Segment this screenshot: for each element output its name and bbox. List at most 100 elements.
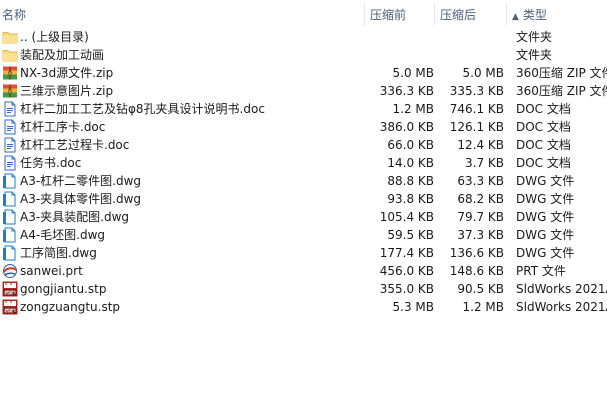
file-type: PRT 文件 <box>516 264 566 278</box>
file-name: zongzuangtu.stp <box>20 300 121 314</box>
file-size-before: 177.4 KB <box>379 246 434 260</box>
file-type: DOC 文档 <box>516 120 571 134</box>
column-header-type-label: 类型 <box>522 8 547 22</box>
file-name: A4-毛坯图.dwg <box>20 228 106 242</box>
file-size-before: 93.8 KB <box>387 192 434 206</box>
column-header-compressed-after[interactable]: 压缩后 <box>440 7 476 23</box>
file-size-before: 66.0 KB <box>387 138 434 152</box>
file-name: 三维示意图片.zip <box>20 84 114 98</box>
file-type: 文件夹 <box>516 48 553 62</box>
column-divider[interactable] <box>434 4 435 26</box>
file-type: SldWorks 2021A <box>516 300 607 314</box>
file-name: .. (上级目录) <box>20 30 89 44</box>
file-row[interactable]: zongzuangtu.stp 5.3 MB 1.2 MB SldWorks 2021… <box>0 298 607 316</box>
file-row[interactable]: 装配及加工动画 文件夹 <box>0 46 607 64</box>
file-row[interactable]: 工序简图.dwg 177.4 KB 136.6 KB DWG 文件 <box>0 244 607 262</box>
zip-archive-icon <box>2 65 18 81</box>
file-row[interactable]: sanwei.prt 456.0 KB 148.6 KB PRT 文件 <box>0 262 607 280</box>
file-size-after: 37.3 KB <box>457 228 504 242</box>
file-type: DWG 文件 <box>516 228 575 242</box>
file-size-before: 105.4 KB <box>379 210 434 224</box>
file-size-after: 63.3 KB <box>457 174 504 188</box>
file-size-before: 5.3 MB <box>392 300 434 314</box>
file-row[interactable]: A4-毛坯图.dwg 59.5 KB 37.3 KB DWG 文件 <box>0 226 607 244</box>
file-name: A3-夹具装配图.dwg <box>20 210 130 224</box>
file-size-after: 5.0 MB <box>462 66 504 80</box>
file-size-after: 1.2 MB <box>462 300 504 314</box>
dwg-file-icon <box>2 227 18 243</box>
file-size-after: 90.5 KB <box>457 282 504 296</box>
file-size-before: 456.0 KB <box>379 264 434 278</box>
file-row[interactable]: .. (上级目录) 文件夹 <box>0 28 607 46</box>
file-row[interactable]: 任务书.doc 14.0 KB 3.7 KB DOC 文档 <box>0 154 607 172</box>
file-name: 杠杆二加工工艺及钻φ8孔夹具设计说明书.doc <box>20 102 265 116</box>
column-divider[interactable] <box>506 4 507 26</box>
sort-ascending-icon: ▲ <box>512 12 519 22</box>
dwg-file-icon <box>2 173 18 189</box>
column-header-compressed-before[interactable]: 压缩前 <box>370 7 406 23</box>
file-type: DWG 文件 <box>516 246 575 260</box>
file-type: 文件夹 <box>516 30 553 44</box>
folder-icon <box>2 47 18 63</box>
file-name: gongjiantu.stp <box>20 282 107 296</box>
column-divider[interactable] <box>364 4 365 26</box>
file-name: sanwei.prt <box>20 264 83 278</box>
column-header-name[interactable]: 名称 <box>2 7 26 23</box>
file-size-after: 136.6 KB <box>449 246 504 260</box>
file-size-before: 355.0 KB <box>379 282 434 296</box>
file-row[interactable]: 杠杆工艺过程卡.doc 66.0 KB 12.4 KB DOC 文档 <box>0 136 607 154</box>
file-size-before: 88.8 KB <box>387 174 434 188</box>
file-type: 360压缩 ZIP 文件 <box>516 66 607 80</box>
file-type: DOC 文档 <box>516 138 571 152</box>
file-name: 杠杆工序卡.doc <box>20 120 106 134</box>
file-type: SldWorks 2021A <box>516 282 607 296</box>
file-row[interactable]: 三维示意图片.zip 336.3 KB 335.3 KB 360压缩 ZIP 文件 <box>0 82 607 100</box>
file-row[interactable]: A3-夹具装配图.dwg 105.4 KB 79.7 KB DWG 文件 <box>0 208 607 226</box>
file-name: NX-3d源文件.zip <box>20 66 114 80</box>
file-size-after: 3.7 KB <box>465 156 504 170</box>
dwg-file-icon <box>2 191 18 207</box>
file-size-before: 336.3 KB <box>379 84 434 98</box>
file-size-after: 148.6 KB <box>449 264 504 278</box>
file-type: DOC 文档 <box>516 102 571 116</box>
column-header-type[interactable]: ▲ 类型 <box>512 7 547 23</box>
file-size-after: 126.1 KB <box>449 120 504 134</box>
doc-file-icon <box>2 155 18 171</box>
file-row[interactable]: 杠杆二加工工艺及钻φ8孔夹具设计说明书.doc 1.2 MB 746.1 KB DOC… <box>0 100 607 118</box>
file-name: 工序简图.dwg <box>20 246 97 260</box>
folder-icon <box>2 29 18 45</box>
dwg-file-icon <box>2 245 18 261</box>
solidworks-stp-icon <box>2 299 18 315</box>
solidworks-stp-icon <box>2 281 18 297</box>
file-size-after: 335.3 KB <box>449 84 504 98</box>
file-size-after: 746.1 KB <box>449 102 504 116</box>
file-size-before: 59.5 KB <box>387 228 434 242</box>
dwg-file-icon <box>2 209 18 225</box>
file-type: DWG 文件 <box>516 210 575 224</box>
file-name: 杠杆工艺过程卡.doc <box>20 138 130 152</box>
file-size-before: 386.0 KB <box>379 120 434 134</box>
column-header-bar: 名称 压缩前 压缩后 ▲ 类型 <box>0 0 607 28</box>
doc-file-icon <box>2 119 18 135</box>
file-row[interactable]: 杠杆工序卡.doc 386.0 KB 126.1 KB DOC 文档 <box>0 118 607 136</box>
zip-archive-icon <box>2 83 18 99</box>
file-size-before: 5.0 MB <box>392 66 434 80</box>
file-row[interactable]: gongjiantu.stp 355.0 KB 90.5 KB SldWorks 20… <box>0 280 607 298</box>
file-size-after: 12.4 KB <box>457 138 504 152</box>
file-name: 任务书.doc <box>20 156 82 170</box>
doc-file-icon <box>2 101 18 117</box>
file-size-after: 79.7 KB <box>457 210 504 224</box>
file-type: DOC 文档 <box>516 156 571 170</box>
file-row[interactable]: NX-3d源文件.zip 5.0 MB 5.0 MB 360压缩 ZIP 文件 <box>0 64 607 82</box>
prt-file-icon <box>2 263 18 279</box>
file-name: A3-杠杆二零件图.dwg <box>20 174 142 188</box>
file-type: DWG 文件 <box>516 192 575 206</box>
file-name: A3-夹具体零件图.dwg <box>20 192 142 206</box>
file-size-before: 14.0 KB <box>387 156 434 170</box>
file-name: 装配及加工动画 <box>20 48 105 62</box>
file-type: DWG 文件 <box>516 174 575 188</box>
file-row[interactable]: A3-杠杆二零件图.dwg 88.8 KB 63.3 KB DWG 文件 <box>0 172 607 190</box>
file-size-before: 1.2 MB <box>392 102 434 116</box>
file-row[interactable]: A3-夹具体零件图.dwg 93.8 KB 68.2 KB DWG 文件 <box>0 190 607 208</box>
file-type: 360压缩 ZIP 文件 <box>516 84 607 98</box>
